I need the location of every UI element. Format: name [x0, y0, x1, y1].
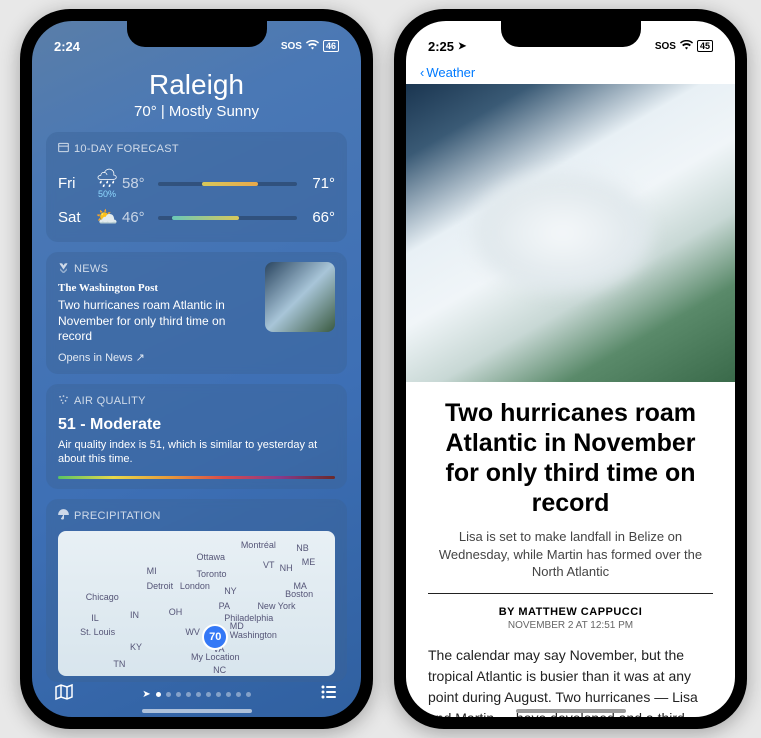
news-icon: [58, 262, 69, 276]
location-arrow-icon: ➤: [142, 689, 150, 700]
umbrella-icon: [58, 509, 69, 523]
sos-indicator: SOS: [655, 41, 676, 52]
wifi-icon: [680, 40, 693, 53]
map-city-label: Chicago: [86, 592, 119, 602]
status-time: 2:24: [54, 39, 80, 54]
map-city-label: OH: [169, 607, 183, 617]
article-title: Two hurricanes roam Atlantic in November…: [428, 398, 713, 518]
forecast-range-bar: [158, 182, 297, 186]
phone-news: 2:25 ➤ SOS 45 ‹ Weather Two hurricanes r…: [394, 9, 747, 729]
precipitation-card[interactable]: PRECIPITATION Montréal NB ME Ottawa VT NH Toro…: [46, 499, 347, 682]
map-city-label: Toronto: [197, 569, 227, 579]
forecast-day: Sat: [58, 209, 92, 226]
map-city-label: NC: [213, 665, 226, 675]
map-city-label: IL: [91, 613, 99, 623]
map-city-label: Ottawa: [197, 552, 226, 562]
forecast-icon: 🌧50%: [92, 168, 122, 199]
map-city-label: NB: [296, 543, 309, 553]
pin-label: My Location: [191, 652, 240, 662]
map-city-label: TN: [113, 659, 125, 669]
map-city-label: Montréal: [241, 540, 276, 550]
map-city-label: VT: [263, 560, 275, 570]
news-thumbnail: [265, 262, 335, 332]
map-city-label: ME: [302, 557, 316, 567]
map-icon[interactable]: [54, 682, 74, 707]
forecast-day: Fri: [58, 175, 92, 192]
forecast-card[interactable]: 10-DAY FORECAST Fri 🌧50% 58° 71° Sat ⛅ 4…: [46, 132, 347, 242]
air-quality-card[interactable]: AIR QUALITY 51 - Moderate Air quality in…: [46, 384, 347, 490]
list-icon[interactable]: [319, 682, 339, 707]
forecast-low: 46°: [122, 209, 152, 226]
news-card[interactable]: NEWS The Washington Post Two hurricanes …: [46, 252, 347, 374]
bottom-toolbar: ➤: [32, 682, 361, 707]
aqi-icon: [58, 394, 69, 408]
forecast-header: 10-DAY FORECAST: [74, 143, 179, 155]
map-city-label: New York: [257, 601, 295, 611]
precipitation-map[interactable]: MontréalNBMEOttawaVTNHTorontoMAMIDetroit…: [58, 531, 335, 676]
pin-temp: 70: [202, 624, 228, 650]
news-headline: Two hurricanes roam Atlantic in November…: [58, 298, 255, 345]
page-dots[interactable]: ➤: [142, 689, 250, 700]
map-city-label: PA: [219, 601, 230, 611]
map-city-label: NH: [280, 563, 293, 573]
battery-indicator: 45: [697, 40, 713, 52]
forecast-high: 71°: [303, 175, 335, 192]
map-city-label: NY: [224, 586, 237, 596]
notch: [127, 21, 267, 47]
battery-indicator: 46: [323, 40, 339, 52]
news-source: The Washington Post: [58, 282, 255, 294]
condition-line: 70° | Mostly Sunny: [32, 103, 361, 120]
map-city-label: Detroit: [147, 581, 174, 591]
news-header: NEWS: [74, 263, 108, 275]
calendar-icon: [58, 142, 69, 156]
precip-header: PRECIPITATION: [74, 510, 161, 522]
aqi-header: AIR QUALITY: [74, 395, 146, 407]
forecast-high: 66°: [303, 209, 335, 226]
forecast-low: 58°: [122, 175, 152, 192]
article-date: NOVEMBER 2 AT 12:51 PM: [428, 620, 713, 631]
my-location-pin[interactable]: 70 My Location: [191, 624, 240, 662]
article-subtitle: Lisa is set to make landfall in Belize o…: [428, 528, 713, 594]
article-content[interactable]: Two hurricanes roam Atlantic in November…: [406, 382, 735, 717]
wifi-icon: [306, 40, 319, 53]
map-city-label: MI: [147, 566, 157, 576]
status-time: 2:25: [428, 39, 454, 54]
home-indicator[interactable]: [516, 709, 626, 713]
article-body: The calendar may say November, but the t…: [428, 645, 713, 717]
forecast-row[interactable]: Fri 🌧50% 58° 71°: [58, 164, 335, 203]
home-indicator[interactable]: [142, 709, 252, 713]
forecast-range-bar: [158, 216, 297, 220]
forecast-icon: ⛅: [92, 207, 122, 228]
forecast-row[interactable]: Sat ⛅ 46° 66°: [58, 203, 335, 232]
aqi-spectrum-bar: [58, 476, 335, 479]
back-button[interactable]: ‹ Weather: [406, 61, 735, 84]
chevron-left-icon: ‹: [420, 65, 424, 80]
aqi-description: Air quality index is 51, which is simila…: [58, 438, 335, 467]
aqi-value: 51 - Moderate: [58, 416, 335, 434]
news-open-link[interactable]: Opens in News ↗: [58, 351, 255, 364]
map-city-label: St. Louis: [80, 627, 115, 637]
weather-header: Raleigh 70° | Mostly Sunny: [32, 61, 361, 132]
notch: [501, 21, 641, 47]
article-hero-image: [406, 84, 735, 382]
map-city-label: IN: [130, 610, 139, 620]
map-city-label: KY: [130, 642, 142, 652]
map-city-label: London: [180, 581, 210, 591]
back-label: Weather: [426, 65, 475, 80]
sos-indicator: SOS: [281, 41, 302, 52]
article-byline: BY MATTHEW CAPPUCCI: [428, 606, 713, 618]
phone-weather: 2:24 SOS 46 Raleigh 70° | Mostly Sunny: [20, 9, 373, 729]
location-arrow-icon: ➤: [458, 41, 466, 52]
map-city-label: Boston: [285, 589, 313, 599]
city-name: Raleigh: [32, 69, 361, 101]
